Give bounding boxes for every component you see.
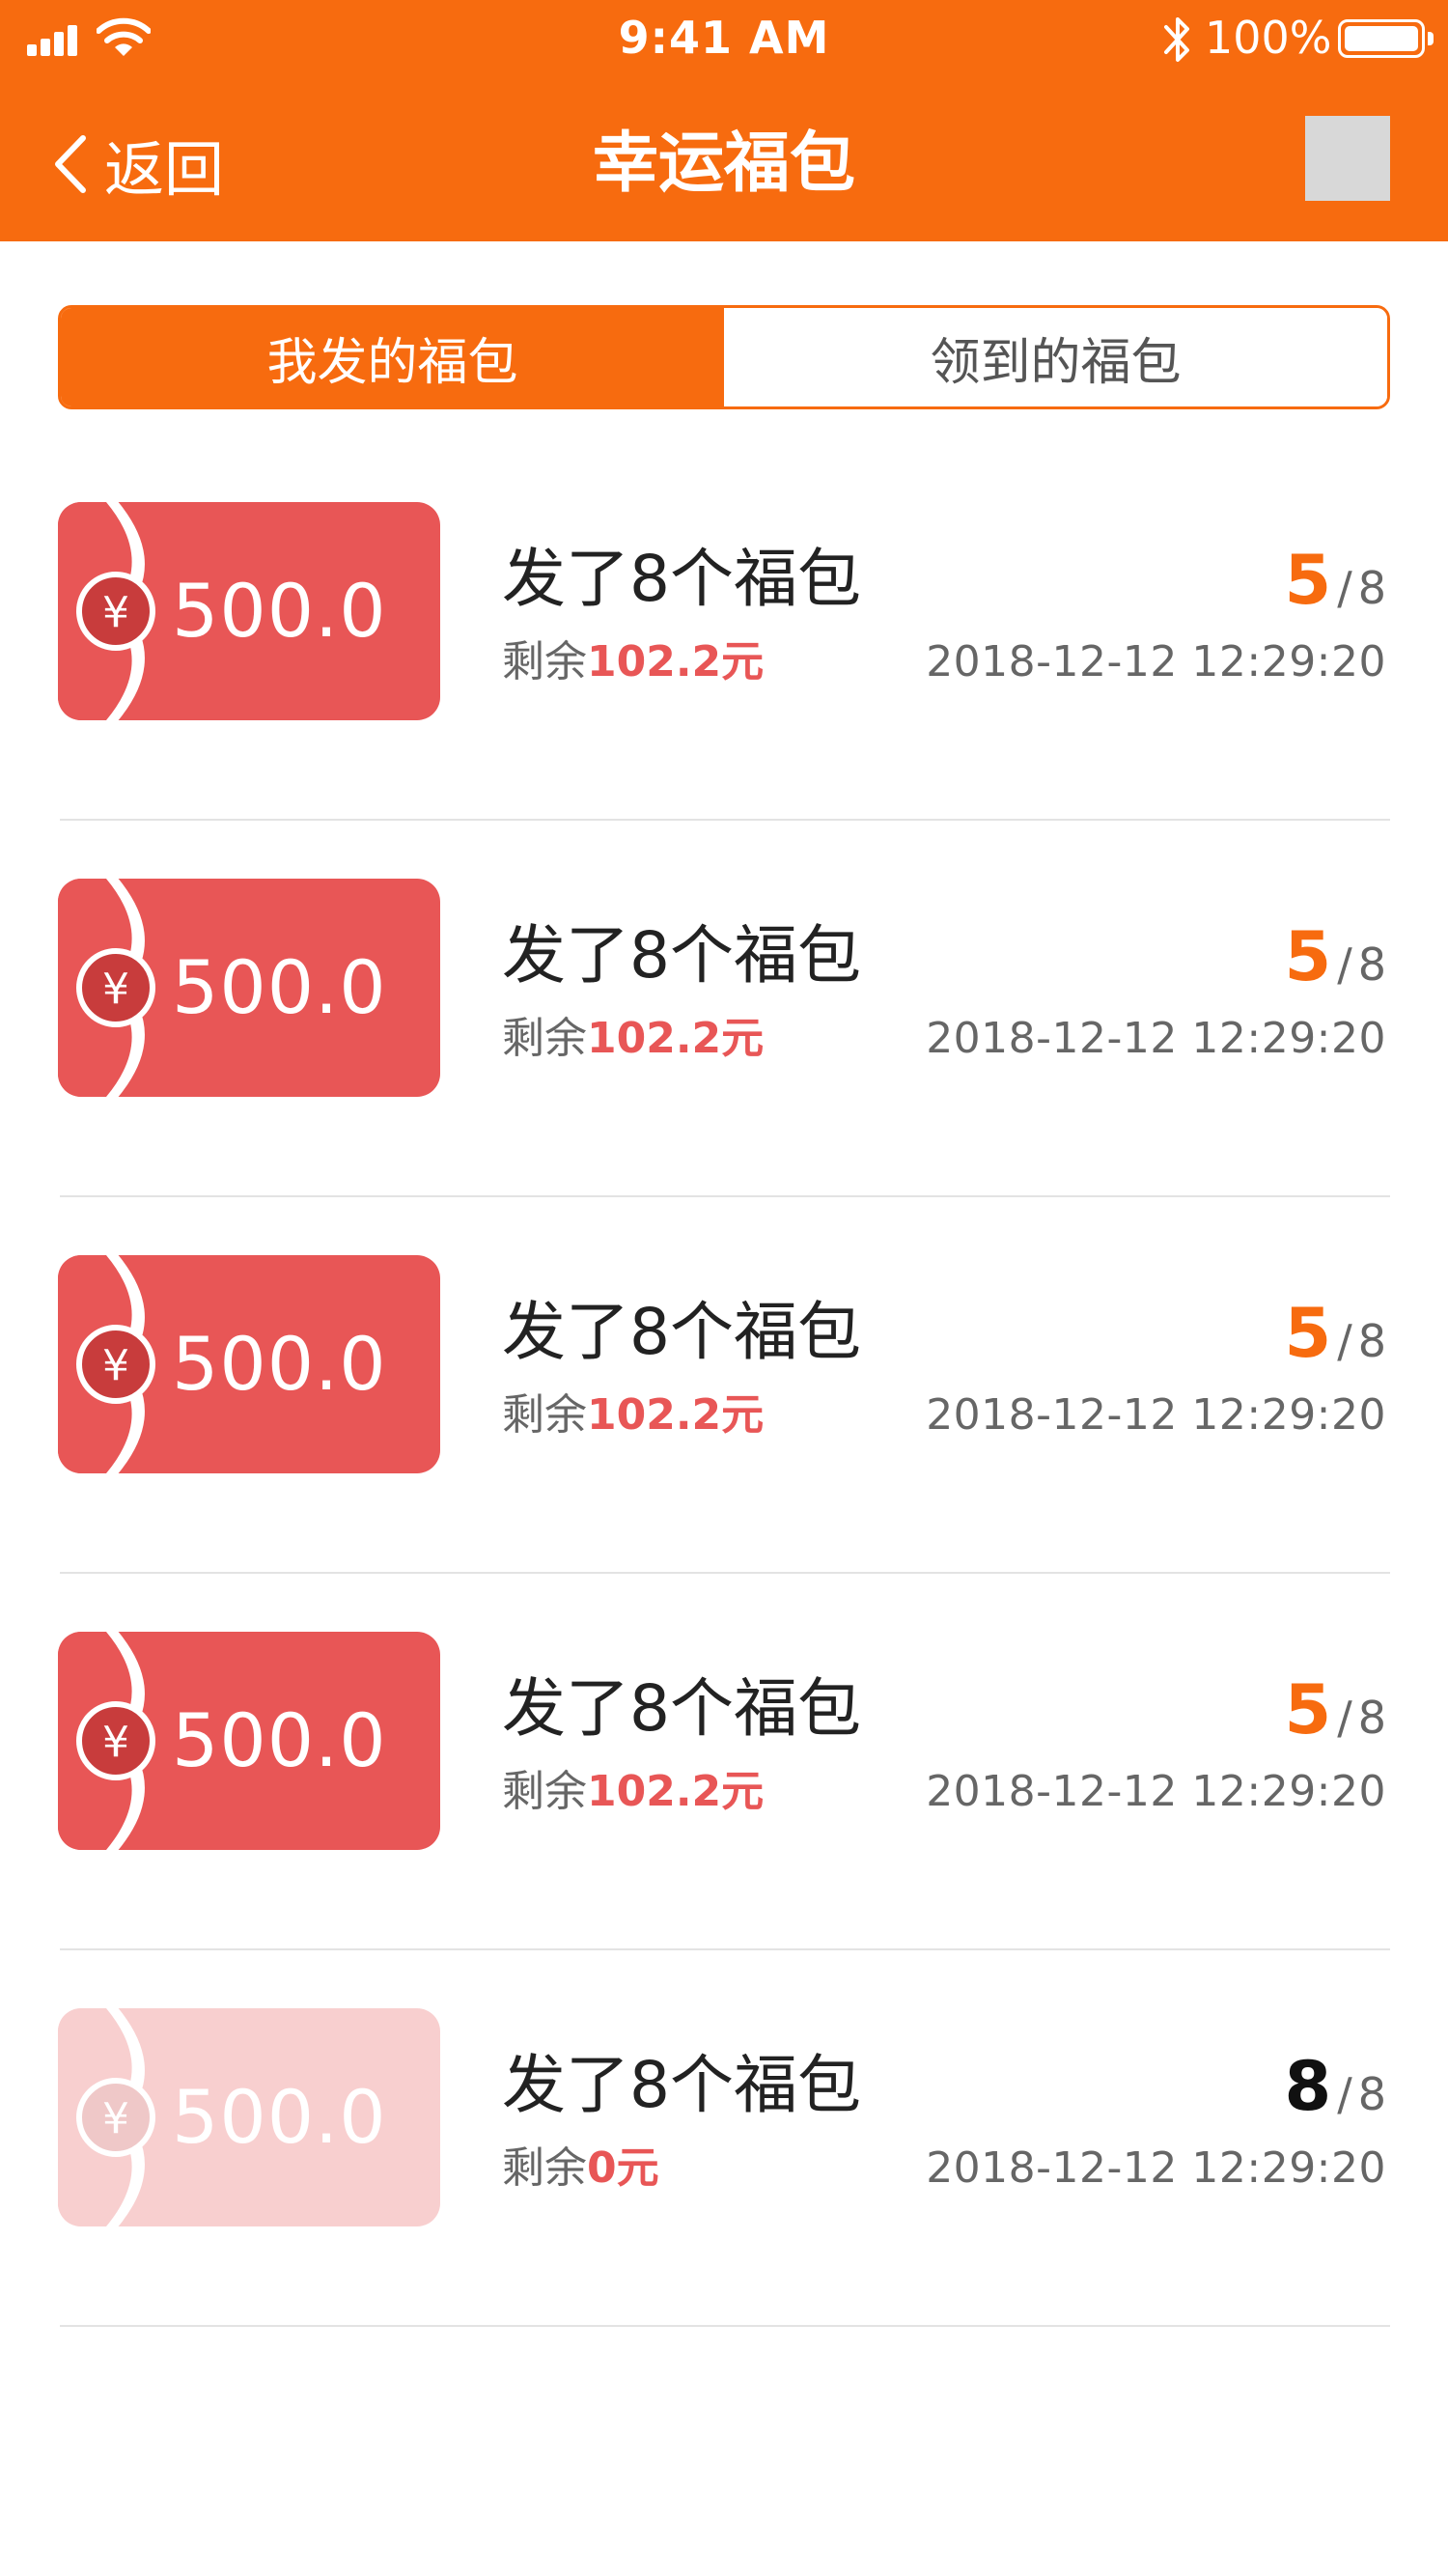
- packet-date: 2018-12-12 12:29:20: [926, 2143, 1386, 2193]
- packet-list: ¥ 500.0 发了8个福包 剩余102.2元 5/8 2018-12-12 1…: [0, 444, 1448, 2327]
- total-count: 8: [1357, 1692, 1386, 1744]
- svg-text:¥: ¥: [102, 1341, 129, 1390]
- red-packet-ticket: ¥ 500.0: [58, 1255, 440, 1473]
- remaining-value: 0元: [587, 2143, 659, 2193]
- red-packet-ticket: ¥ 500.0: [58, 879, 440, 1097]
- claimed-count: 5: [1284, 917, 1332, 996]
- battery-percent: 100%: [1205, 12, 1332, 64]
- claimed-count: 5: [1284, 541, 1332, 620]
- packet-amount: 500.0: [172, 2074, 387, 2160]
- remaining-value: 102.2元: [587, 1014, 765, 1063]
- packet-amount: 500.0: [172, 1321, 387, 1407]
- count-separator: /: [1337, 562, 1352, 614]
- tab-sent[interactable]: 我发的福包: [61, 308, 724, 406]
- red-packet-ticket: ¥ 500.0: [58, 2008, 440, 2226]
- page-title: 幸运福包: [592, 126, 855, 202]
- claimed-count: 5: [1284, 1670, 1332, 1750]
- total-count: 8: [1357, 1315, 1386, 1367]
- packet-date: 2018-12-12 12:29:20: [926, 1014, 1386, 1063]
- divider: [60, 2325, 1390, 2327]
- remaining-label: 剩余: [502, 2143, 587, 2193]
- tab-received[interactable]: 领到的福包: [724, 308, 1387, 406]
- bluetooth-icon: [1164, 17, 1189, 62]
- svg-text:¥: ¥: [102, 2094, 129, 2143]
- status-bar: 9:41 AM 100%: [0, 0, 1448, 87]
- packet-title: 发了8个福包: [502, 542, 861, 616]
- packet-title: 发了8个福包: [502, 918, 861, 993]
- packet-title: 发了8个福包: [502, 2048, 861, 2122]
- tab-switcher: 我发的福包 领到的福包: [58, 305, 1390, 409]
- remaining-label: 剩余: [502, 1014, 587, 1063]
- list-item[interactable]: ¥ 500.0 发了8个福包 剩余0元 8/8 2018-12-12 12:29…: [0, 1950, 1448, 2327]
- remaining-label: 剩余: [502, 1767, 587, 1816]
- total-count: 8: [1357, 938, 1386, 991]
- count-separator: /: [1337, 2068, 1352, 2120]
- total-count: 8: [1357, 2068, 1386, 2120]
- svg-text:¥: ¥: [102, 1718, 129, 1767]
- remaining-amount: 剩余0元: [502, 2142, 659, 2196]
- claim-count: 8/8: [1285, 2043, 1387, 2138]
- packet-title: 发了8个福包: [502, 1671, 861, 1746]
- claimed-count: 5: [1284, 1294, 1332, 1373]
- nav-bar: 返回 幸运福包: [0, 87, 1448, 241]
- total-count: 8: [1357, 562, 1386, 614]
- list-item[interactable]: ¥ 500.0 发了8个福包 剩余102.2元 5/8 2018-12-12 1…: [0, 821, 1448, 1197]
- list-item[interactable]: ¥ 500.0 发了8个福包 剩余102.2元 5/8 2018-12-12 1…: [0, 1574, 1448, 1950]
- svg-text:¥: ¥: [102, 588, 129, 637]
- packet-title: 发了8个福包: [502, 1295, 861, 1369]
- remaining-value: 102.2元: [587, 1390, 765, 1440]
- header: 9:41 AM 100% 返回 幸运福包: [0, 0, 1448, 241]
- nav-action-button[interactable]: [1305, 116, 1390, 201]
- claim-count: 5/8: [1285, 913, 1387, 1008]
- packet-amount: 500.0: [172, 944, 387, 1030]
- remaining-value: 102.2元: [587, 637, 765, 686]
- remaining-label: 剩余: [502, 1390, 587, 1440]
- packet-amount: 500.0: [172, 568, 387, 654]
- packet-date: 2018-12-12 12:29:20: [926, 1390, 1386, 1440]
- remaining-label: 剩余: [502, 637, 587, 686]
- red-packet-ticket: ¥ 500.0: [58, 1632, 440, 1850]
- claimed-count: 8: [1284, 2047, 1332, 2126]
- remaining-amount: 剩余102.2元: [502, 1765, 764, 1819]
- claim-count: 5/8: [1285, 537, 1387, 631]
- remaining-amount: 剩余102.2元: [502, 1012, 764, 1066]
- count-separator: /: [1337, 1315, 1352, 1367]
- count-separator: /: [1337, 1692, 1352, 1744]
- remaining-amount: 剩余102.2元: [502, 1388, 764, 1442]
- packet-date: 2018-12-12 12:29:20: [926, 637, 1386, 686]
- packet-amount: 500.0: [172, 1697, 387, 1783]
- svg-text:¥: ¥: [102, 965, 129, 1014]
- list-item[interactable]: ¥ 500.0 发了8个福包 剩余102.2元 5/8 2018-12-12 1…: [0, 444, 1448, 821]
- list-item[interactable]: ¥ 500.0 发了8个福包 剩余102.2元 5/8 2018-12-12 1…: [0, 1197, 1448, 1574]
- red-packet-ticket: ¥ 500.0: [58, 502, 440, 720]
- claim-count: 5/8: [1285, 1666, 1387, 1761]
- remaining-amount: 剩余102.2元: [502, 635, 764, 689]
- remaining-value: 102.2元: [587, 1767, 765, 1816]
- claim-count: 5/8: [1285, 1290, 1387, 1385]
- packet-date: 2018-12-12 12:29:20: [926, 1767, 1386, 1816]
- battery-icon: [1338, 19, 1434, 58]
- count-separator: /: [1337, 938, 1352, 991]
